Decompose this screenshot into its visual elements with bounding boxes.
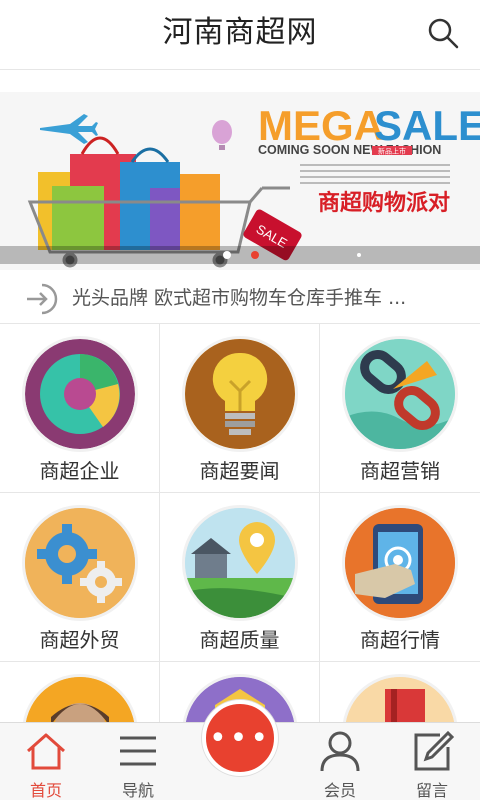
grid-item-marketing[interactable]: 商超营销 xyxy=(320,324,480,493)
center-more-button[interactable]: ••• xyxy=(202,700,278,776)
banner-badge: 新品上市 xyxy=(378,147,406,156)
banner-dot[interactable] xyxy=(223,251,231,259)
menu-icon xyxy=(120,736,156,766)
banner-cn-slogan: 商超购物派对 xyxy=(318,190,450,216)
lightbulb-icon xyxy=(182,336,298,452)
grid-item-book[interactable] xyxy=(320,662,480,724)
grid-item-label: 商超营销 xyxy=(360,459,440,483)
nav-label: 导航 xyxy=(121,781,154,800)
grid-item-news[interactable]: 商超要闻 xyxy=(160,324,320,493)
user-icon xyxy=(320,731,360,772)
news-ticker[interactable]: 光头品牌 欧式超市购物车仓库手推车 ... xyxy=(0,272,480,324)
banner-dot-active[interactable] xyxy=(251,251,259,259)
banner-subline: COMING SOON NEW FASHION xyxy=(258,143,441,157)
gears-icon xyxy=(22,505,138,621)
chain-link-icon xyxy=(342,336,458,452)
category-grid: 商超企业 商超要闻 商超营销 商超外贸 商超质量 商超行情 xyxy=(0,324,480,724)
grid-item-label: 商超行情 xyxy=(360,628,440,652)
map-pin-icon xyxy=(182,505,298,621)
nav-item-message[interactable]: 留言 xyxy=(392,723,472,800)
search-icon[interactable] xyxy=(426,16,460,50)
nav-label: 首页 xyxy=(29,781,62,800)
banner-image: SALE MEGA SALE COMING SOON NEW FASHION 新… xyxy=(0,92,480,270)
person-icon xyxy=(22,674,138,724)
enter-arrow-icon xyxy=(27,283,58,315)
banner-headline-mega: MEGA xyxy=(258,102,384,149)
grid-item-trade[interactable]: 商超外贸 xyxy=(0,493,160,662)
banner-pagination xyxy=(0,246,480,264)
nav-label: 会员 xyxy=(323,781,356,800)
edit-icon xyxy=(414,730,454,771)
home-icon xyxy=(27,733,65,770)
ticker-text[interactable]: 光头品牌 欧式超市购物车仓库手推车 ... xyxy=(72,272,452,324)
grid-item-label: 商超要闻 xyxy=(199,459,280,483)
grid-item-enterprise[interactable]: 商超企业 xyxy=(0,324,160,493)
grid-item-label: 商超外贸 xyxy=(39,628,120,652)
app-header: 河南商超网 xyxy=(0,0,480,70)
book-icon xyxy=(342,674,458,724)
grid-item-quality[interactable]: 商超质量 xyxy=(160,493,320,662)
grid-item-person[interactable] xyxy=(0,662,160,724)
nav-label: 留言 xyxy=(415,781,448,800)
banner-dot[interactable] xyxy=(357,253,361,257)
banner-headline-sale: SALE xyxy=(374,102,480,149)
promo-banner[interactable]: SALE MEGA SALE COMING SOON NEW FASHION 新… xyxy=(0,92,480,270)
page-title: 河南商超网 xyxy=(162,15,318,50)
grid-item-market-trends[interactable]: 商超行情 xyxy=(320,493,480,662)
grid-item-label: 商超企业 xyxy=(39,459,120,483)
tablet-touch-icon xyxy=(342,505,458,621)
pie-chart-icon xyxy=(22,336,138,452)
grid-item-label: 商超质量 xyxy=(199,628,280,652)
nav-item-navigation[interactable]: 导航 xyxy=(98,723,178,800)
nav-item-member[interactable]: 会员 xyxy=(300,723,380,800)
nav-item-home[interactable]: 首页 xyxy=(6,723,86,800)
more-dots-icon: ••• xyxy=(208,721,272,756)
